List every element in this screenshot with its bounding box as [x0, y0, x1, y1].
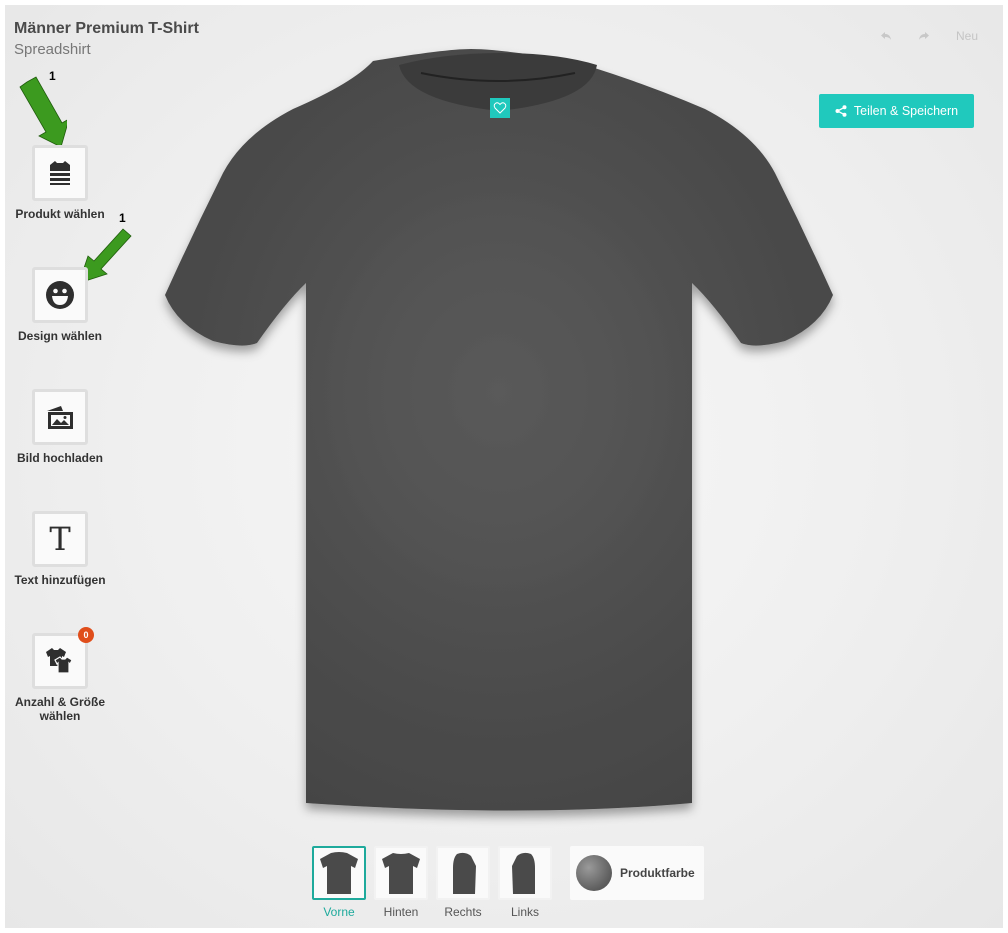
tshirt-preview — [165, 49, 833, 811]
product-color-button[interactable]: Produktfarbe — [570, 846, 704, 900]
view-left[interactable]: Links — [498, 846, 552, 919]
view-thumbnail[interactable] — [312, 846, 366, 900]
annotation-arrow — [19, 76, 67, 145]
color-swatch — [576, 855, 612, 891]
undo-button[interactable] — [871, 24, 901, 48]
tool-tile[interactable] — [32, 389, 88, 445]
smiley-icon — [46, 281, 74, 309]
view-label: Hinten — [383, 905, 419, 919]
view-label: Vorne — [323, 905, 355, 919]
redo-button[interactable] — [909, 24, 939, 48]
stacked-shirts-icon — [50, 161, 70, 185]
tool-select-product[interactable]: Produkt wählen — [5, 145, 115, 221]
tool-tile[interactable] — [32, 145, 88, 201]
tool-label: Produkt wählen — [15, 207, 105, 221]
view-thumbnail[interactable] — [498, 846, 552, 900]
view-thumbnail[interactable] — [436, 846, 490, 900]
tool-quantity-size[interactable]: 0 Anzahl & Größe wählen — [5, 627, 115, 723]
brand-subtitle: Spreadshirt — [14, 41, 91, 58]
designer-canvas: Männer Premium T-Shirt Spreadshirt Neu T… — [5, 5, 1003, 928]
tool-label: Anzahl & Größe wählen — [14, 695, 105, 723]
tool-label: Design wählen — [17, 329, 103, 343]
tool-label: Bild hochladen — [16, 451, 103, 465]
tshirt-side-icon — [453, 852, 476, 894]
image-upload-icon — [47, 406, 73, 429]
view-thumbnail[interactable] — [374, 846, 428, 900]
shirts-size-icon — [46, 648, 73, 674]
tool-select-design[interactable]: Design wählen — [5, 267, 115, 343]
share-save-label: Teilen & Speichern — [853, 104, 959, 118]
tool-tile[interactable] — [32, 267, 88, 323]
cart-count-badge: 0 — [78, 627, 94, 643]
product-color-label: Produktfarbe — [620, 866, 695, 880]
view-right[interactable]: Rechts — [436, 846, 490, 919]
view-selector: Vorne Hinten Rechts Links Produktfarbe — [312, 846, 704, 919]
tshirt-side-icon — [512, 852, 535, 894]
annotation-number: 1 — [119, 211, 126, 225]
text-icon: T — [49, 520, 71, 558]
product-title: Männer Premium T-Shirt — [14, 20, 199, 37]
view-label: Rechts — [444, 905, 482, 919]
new-button[interactable]: Neu — [949, 24, 985, 48]
view-back[interactable]: Hinten — [374, 846, 428, 919]
view-front[interactable]: Vorne — [312, 846, 366, 919]
tool-label: Text hinzufügen — [14, 573, 106, 587]
tool-upload-image[interactable]: Bild hochladen — [5, 389, 115, 465]
redo-icon — [919, 32, 929, 40]
tool-add-text[interactable]: T Text hinzufügen — [5, 511, 115, 587]
tool-tile[interactable]: 0 — [32, 627, 94, 689]
tool-tile[interactable]: T — [32, 511, 88, 567]
tshirt-back-icon — [382, 853, 420, 894]
undo-icon — [881, 32, 891, 40]
tshirt-front-icon — [320, 852, 358, 894]
view-label: Links — [510, 905, 539, 919]
